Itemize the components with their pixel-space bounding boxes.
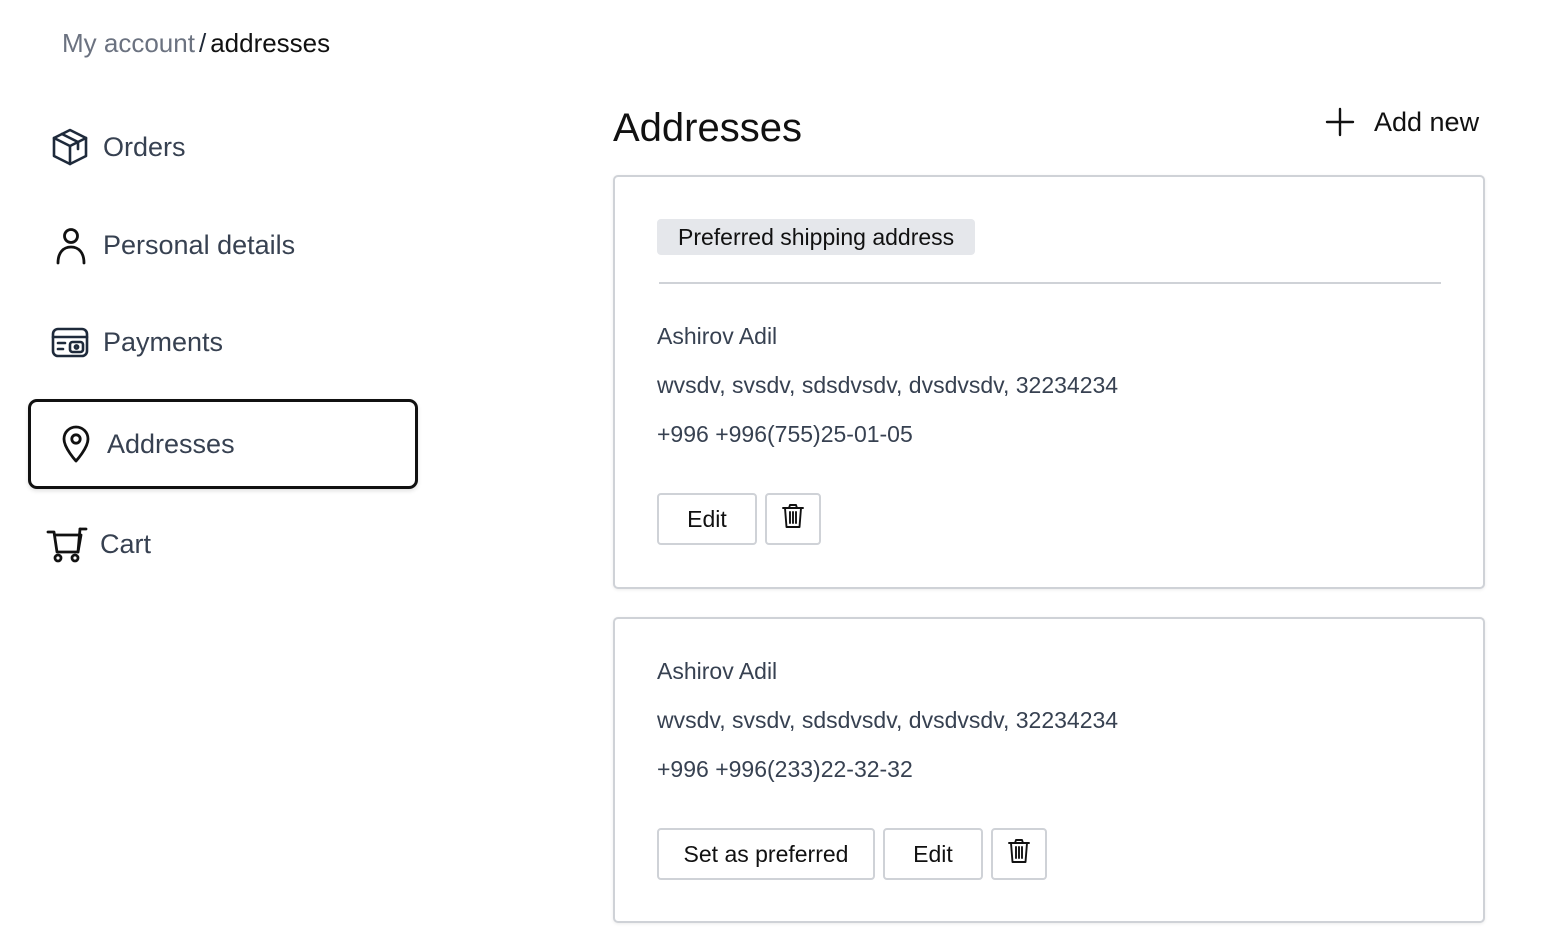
trash-icon bbox=[781, 503, 805, 535]
address-actions: Set as preferred Edit bbox=[657, 828, 1047, 880]
sidebar-item-label: Payments bbox=[103, 326, 224, 357]
plus-icon bbox=[1324, 106, 1356, 138]
address-actions: Edit bbox=[657, 493, 821, 545]
sidebar-item-label: Orders bbox=[103, 131, 186, 162]
delete-address-button[interactable] bbox=[991, 828, 1047, 880]
address-name: Ashirov Adil bbox=[657, 658, 778, 684]
page-title: Addresses bbox=[613, 106, 802, 150]
edit-address-button[interactable]: Edit bbox=[883, 828, 983, 880]
add-new-label: Add new bbox=[1374, 106, 1480, 137]
sidebar-item-payments[interactable]: Payments bbox=[49, 321, 223, 363]
address-phone: +996 +996(233)22-32-32 bbox=[657, 756, 913, 782]
map-pin-icon bbox=[55, 423, 97, 465]
page: My account / addresses Orders Personal d… bbox=[0, 0, 1564, 944]
preferred-shipping-badge: Preferred shipping address bbox=[657, 219, 976, 255]
address-line: wvsdv, svsdv, sdsdvsdv, dvsdvsdv, 322342… bbox=[657, 707, 1119, 733]
address-line: wvsdv, svsdv, sdsdvsdv, dvsdvsdv, 322342… bbox=[657, 372, 1119, 398]
sidebar-item-personal-details[interactable]: Personal details bbox=[49, 224, 295, 266]
payment-card-icon bbox=[49, 321, 91, 363]
edit-address-button[interactable]: Edit bbox=[657, 493, 757, 545]
address-card: Preferred shipping address Ashirov Adil … bbox=[613, 175, 1485, 589]
delete-address-button[interactable] bbox=[765, 493, 821, 545]
cart-icon bbox=[46, 523, 88, 565]
sidebar-item-label: Personal details bbox=[103, 229, 296, 260]
address-name: Ashirov Adil bbox=[657, 323, 778, 349]
sidebar-item-label: Cart bbox=[100, 528, 152, 559]
sidebar-item-orders[interactable]: Orders bbox=[49, 126, 186, 168]
sidebar-item-cart[interactable]: Cart bbox=[46, 523, 151, 565]
add-new-address-button[interactable]: Add new bbox=[1324, 106, 1479, 138]
sidebar-item-addresses[interactable]: Addresses bbox=[28, 399, 418, 489]
card-divider bbox=[659, 282, 1441, 284]
user-icon bbox=[49, 224, 91, 266]
address-card: Ashirov Adil wvsdv, svsdv, sdsdvsdv, dvs… bbox=[613, 617, 1485, 923]
sidebar-item-label: Addresses bbox=[107, 428, 235, 459]
set-as-preferred-button[interactable]: Set as preferred bbox=[657, 828, 875, 880]
trash-icon bbox=[1007, 838, 1031, 870]
address-phone: +996 +996(755)25-01-05 bbox=[657, 421, 913, 447]
box-icon bbox=[49, 126, 91, 168]
account-sidebar: Orders Personal details Payments Address… bbox=[0, 0, 440, 944]
